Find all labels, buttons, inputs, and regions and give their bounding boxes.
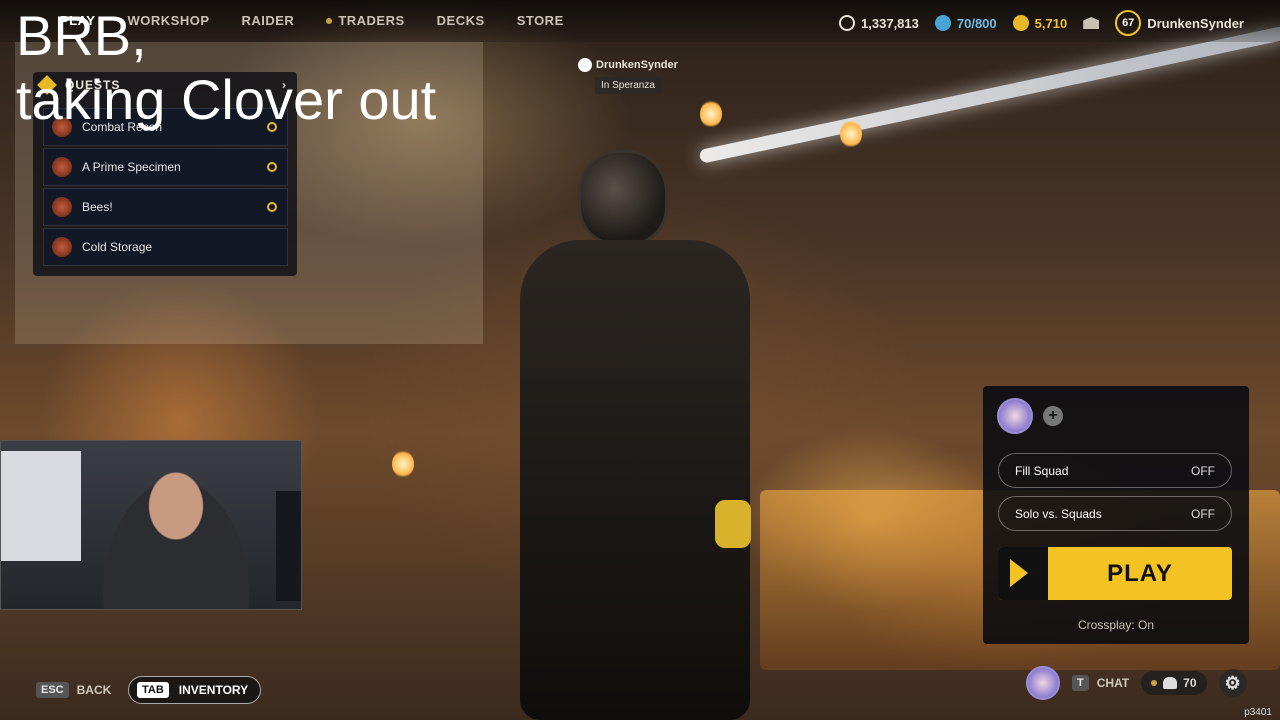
inventory-label: INVENTORY (178, 683, 249, 697)
key-t: T (1072, 675, 1089, 691)
currency-stats: 1,337,813 70/800 5,710 67 DrunkenSynder (839, 10, 1244, 36)
add-party-member-icon[interactable]: + (1043, 406, 1063, 426)
level-badge: 67 (1115, 10, 1142, 36)
webcam-feed (0, 440, 302, 610)
overlay-line: BRB, (16, 4, 147, 67)
crossplay-status: Crossplay: On (1077, 618, 1155, 632)
quest-item[interactable]: A Prime Specimen (43, 148, 288, 186)
quest-label: Cold Storage (82, 240, 153, 254)
brb-overlay-text: BRB, taking Clover out (16, 4, 436, 132)
solo-vs-squads-toggle[interactable]: Solo vs. Squads OFF (998, 496, 1232, 531)
raider-character (500, 150, 770, 720)
quest-item[interactable]: Cold Storage (43, 228, 288, 266)
quest-giver-avatar (52, 157, 72, 177)
chat-label: CHAT (1096, 676, 1130, 690)
build-version: p3401 (1244, 707, 1272, 718)
webcam-monitor (276, 491, 301, 601)
back-label: BACK (76, 683, 112, 697)
glove (715, 500, 751, 548)
quest-giver-avatar (52, 197, 72, 217)
quest-giver-avatar (52, 237, 72, 257)
inventory-button[interactable]: TAB INVENTORY (128, 676, 262, 704)
chat-area: T CHAT 70 ⚙ (1026, 666, 1247, 700)
party-member-avatar[interactable] (997, 398, 1033, 434)
friends-count: 70 (1183, 676, 1197, 690)
overlay-line: taking Clover out (16, 68, 437, 131)
key-tab: TAB (137, 682, 169, 698)
party-slots: + (997, 398, 1063, 434)
toggle-label: Solo vs. Squads (1015, 506, 1102, 521)
play-button[interactable]: PLAY (998, 547, 1232, 600)
tracked-icon (267, 162, 277, 172)
friends-icon (1163, 677, 1178, 689)
friends-button[interactable]: 70 (1141, 671, 1207, 695)
player-profile[interactable]: 67 DrunkenSynder (1115, 10, 1244, 36)
mail-icon[interactable] (1083, 17, 1100, 29)
toggle-value: OFF (1191, 463, 1215, 478)
nameplate-name: DrunkenSynder (596, 58, 678, 71)
play-arrow-icon (998, 547, 1048, 600)
blue-coin-icon (934, 15, 951, 31)
gold-coin-icon (1012, 15, 1029, 31)
tracked-icon (267, 202, 277, 212)
coins-stat[interactable]: 1,337,813 (839, 15, 919, 31)
play-button-label: PLAY (1107, 559, 1173, 587)
lamp (392, 450, 414, 478)
tab-label: STORE (516, 13, 564, 28)
quest-item[interactable]: Bees! (43, 188, 288, 226)
gear-icon[interactable]: ⚙ (1218, 669, 1247, 697)
fill-squad-toggle[interactable]: Fill Squad OFF (998, 453, 1232, 488)
back-hint[interactable]: ESC BACK (36, 682, 111, 698)
lamp (840, 120, 862, 148)
player-nameplate: DrunkenSynder In Speranza (578, 58, 678, 94)
online-dot-icon (1151, 680, 1158, 686)
toggle-value: OFF (1191, 506, 1215, 521)
tab-store[interactable]: STORE (517, 13, 564, 28)
lamp (700, 100, 722, 128)
light-beam (698, 25, 1280, 164)
chat-hint[interactable]: T CHAT (1072, 675, 1129, 691)
blue-currency-value: 70/800 (956, 15, 997, 31)
play-panel: + Fill Squad OFF Solo vs. Squads OFF PLA… (983, 386, 1249, 644)
blue-currency-stat[interactable]: 70/800 (934, 15, 997, 31)
tab-label: DECKS (436, 13, 485, 28)
key-esc: ESC (36, 682, 69, 698)
gold-currency-stat[interactable]: 5,710 (1012, 15, 1068, 31)
suit (520, 240, 750, 720)
quest-label: Bees! (82, 200, 113, 214)
quest-label: A Prime Specimen (82, 160, 181, 174)
player-name: DrunkenSynder (1147, 15, 1244, 31)
coins-value: 1,337,813 (861, 15, 919, 31)
coin-icon (839, 15, 856, 31)
crown-icon (578, 58, 592, 72)
webcam-window (1, 451, 81, 561)
tab-decks[interactable]: DECKS (437, 13, 485, 28)
helmet (578, 150, 668, 245)
gold-currency-value: 5,710 (1034, 15, 1068, 31)
location-badge: In Speranza (594, 77, 661, 94)
toggle-label: Fill Squad (1015, 463, 1069, 478)
streamer (91, 461, 261, 609)
own-avatar[interactable] (1026, 666, 1060, 700)
